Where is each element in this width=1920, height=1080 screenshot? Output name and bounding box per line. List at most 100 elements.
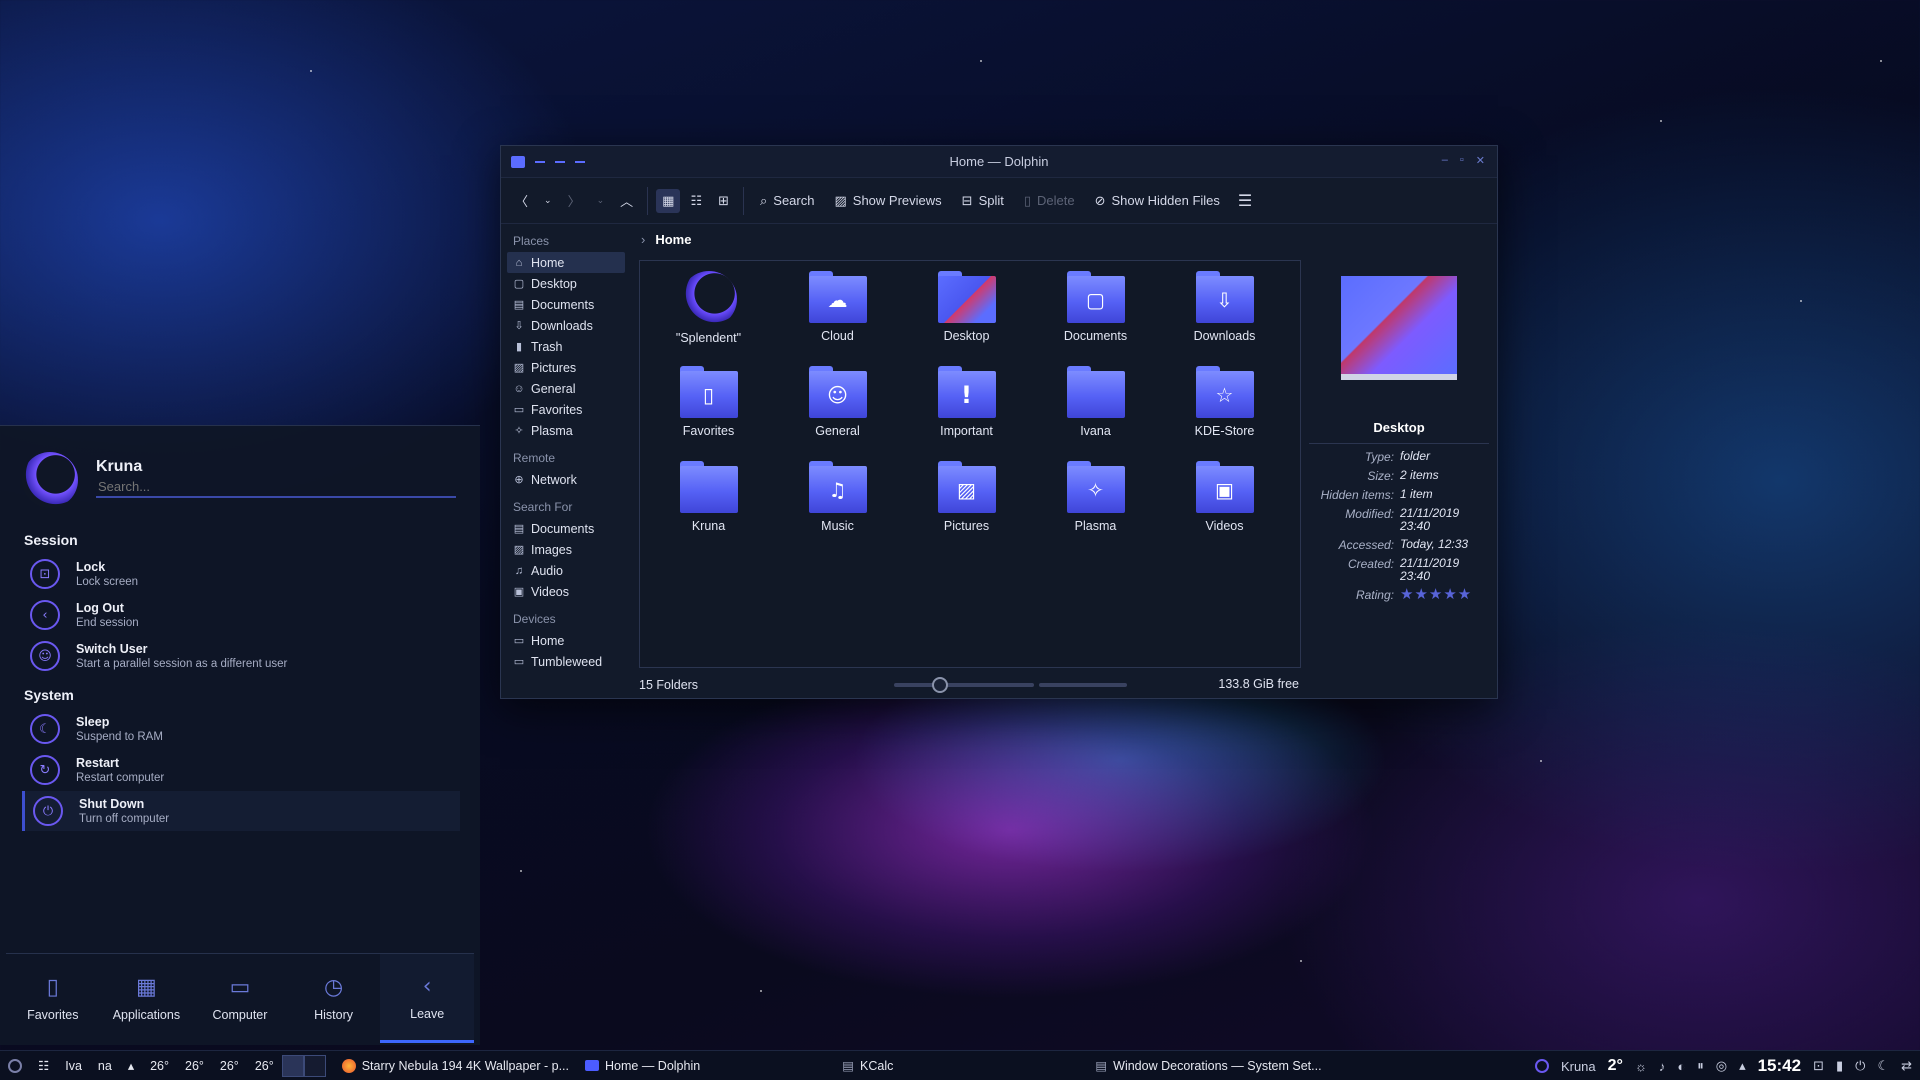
file-item-music[interactable]: ♫ Music <box>773 461 902 556</box>
tab-favorites[interactable]: ▯ Favorites <box>6 954 100 1043</box>
info-size: 2 items <box>1400 468 1439 482</box>
media-pause-icon[interactable]: ⏸ <box>1697 1058 1704 1074</box>
search-input[interactable] <box>96 476 456 498</box>
virtual-desktop-pager[interactable] <box>281 1054 304 1077</box>
sidebar-item-device-home[interactable]: ▭ Home <box>507 630 625 651</box>
file-item-videos[interactable]: ▣ Videos <box>1160 461 1289 556</box>
log-out-button[interactable]: ‹ Log Out End session <box>22 595 460 635</box>
task-firefox[interactable]: Starry Nebula 194 4K Wallpaper - p... <box>334 1051 577 1080</box>
minimize-button[interactable]: – <box>1442 154 1448 167</box>
launcher-button[interactable] <box>0 1051 30 1080</box>
sidebar-item-network[interactable]: ⊕ Network <box>507 469 625 490</box>
zoom-slider[interactable] <box>894 677 1034 693</box>
sidebar-item-trash[interactable]: ▮ Trash <box>507 336 625 357</box>
rating-stars[interactable]: ★★★★★ <box>1400 587 1480 602</box>
caret-up-icon[interactable]: ▴ <box>120 1051 142 1080</box>
forward-history-chevron-icon[interactable]: ⌄ <box>591 191 611 210</box>
compact-view-button[interactable]: ☷ <box>684 189 708 213</box>
details-view-button[interactable]: ⊞ <box>712 189 735 213</box>
notification-bell-icon[interactable]: ♪ <box>1659 1059 1666 1074</box>
file-item-cloud[interactable]: ☁ Cloud <box>773 271 902 366</box>
leave-arrow-icon: ‹ <box>422 973 432 999</box>
sidebar-item-device-tumbleweed[interactable]: ▭ Tumbleweed <box>507 651 625 672</box>
file-item-general[interactable]: ☺ General <box>773 366 902 461</box>
shut-down-button[interactable]: ⏻ Shut Down Turn off computer <box>22 791 460 831</box>
back-arrow-icon: ‹ <box>30 600 60 630</box>
menu-dash-icon[interactable] <box>535 160 545 163</box>
battery-icon[interactable]: ▮ <box>1836 1058 1843 1074</box>
brightness-icon[interactable]: ◐ <box>1677 1059 1685 1074</box>
weather-temperature[interactable]: 2° <box>1608 1057 1623 1075</box>
sidebar-item-plasma[interactable]: ✧ Plasma <box>507 420 625 441</box>
tray-expand-icon[interactable]: ▴ <box>1739 1058 1746 1074</box>
moon-icon: ☾ <box>30 714 60 744</box>
virtual-desktop-pager[interactable] <box>303 1054 326 1077</box>
file-item-important[interactable]: ! Important <box>902 366 1031 461</box>
forward-button[interactable]: 〉 <box>562 187 587 214</box>
clock[interactable]: 15:42 <box>1758 1056 1801 1076</box>
lock-icon[interactable]: ⊡ <box>1813 1058 1824 1074</box>
file-item-desktop[interactable]: Desktop <box>902 271 1031 366</box>
file-item-splendent[interactable]: "Splendent" <box>644 271 773 366</box>
close-button[interactable]: ✕ <box>1476 154 1485 167</box>
sidebar-item-downloads[interactable]: ⇩ Downloads <box>507 315 625 336</box>
file-item-kruna[interactable]: Kruna <box>644 461 773 556</box>
search-button[interactable]: ⌕ Search <box>752 189 822 213</box>
back-button[interactable]: 〈 <box>509 187 534 214</box>
chevron-right-icon[interactable]: › <box>641 232 645 247</box>
delete-button[interactable]: ▯ Delete <box>1016 189 1083 213</box>
tab-computer[interactable]: ▭ Computer <box>193 954 287 1043</box>
task-dolphin[interactable]: Home — Dolphin <box>577 1051 708 1080</box>
power-icon[interactable]: ⏻ <box>1855 1058 1865 1074</box>
sidebar-item-home[interactable]: ⌂ Home <box>507 252 625 273</box>
file-item-ivana[interactable]: Ivana <box>1031 366 1160 461</box>
sidebar-item-pictures[interactable]: ▨ Pictures <box>507 357 625 378</box>
tab-history[interactable]: ◷ History <box>287 954 381 1043</box>
up-button[interactable]: ︿ <box>614 187 639 214</box>
split-button[interactable]: ⊟ Split <box>954 189 1012 213</box>
file-item-kde-store[interactable]: ☆ KDE-Store <box>1160 366 1289 461</box>
network-tray-icon[interactable]: ☷ <box>30 1051 57 1080</box>
file-item-plasma[interactable]: ✧ Plasma <box>1031 461 1160 556</box>
menu-dash-icon[interactable] <box>575 160 585 163</box>
sidebar-item-search-images[interactable]: ▨ Images <box>507 539 625 560</box>
show-hidden-files-button[interactable]: ⊘ Show Hidden Files <box>1087 189 1228 213</box>
sleep-button[interactable]: ☾ Sleep Suspend to RAM <box>22 709 460 749</box>
file-item-pictures[interactable]: ▨ Pictures <box>902 461 1031 556</box>
tab-leave[interactable]: ‹ Leave <box>380 954 474 1043</box>
avatar[interactable] <box>22 452 78 508</box>
sidebar-item-desktop[interactable]: ▢ Desktop <box>507 273 625 294</box>
drive-icon: ▭ <box>513 635 525 647</box>
task-kcalc[interactable]: ▤ KCalc <box>834 1051 901 1080</box>
breadcrumb-home[interactable]: Home <box>655 232 691 247</box>
restart-button[interactable]: ↻ Restart Restart computer <box>22 750 460 790</box>
task-system-settings[interactable]: ▤ Window Decorations — System Set... <box>1087 1051 1329 1080</box>
sidebar-item-favorites[interactable]: ▭ Favorites <box>507 399 625 420</box>
hamburger-menu-icon[interactable]: ☰ <box>1232 187 1258 215</box>
file-item-downloads[interactable]: ⇩ Downloads <box>1160 271 1289 366</box>
window-title: Home — Dolphin <box>949 154 1049 169</box>
sidebar-item-search-audio[interactable]: ♫ Audio <box>507 560 625 581</box>
maximize-button[interactable]: ▫ <box>1460 154 1464 167</box>
sidebar-item-general[interactable]: ☺ General <box>507 378 625 399</box>
back-history-chevron-icon[interactable]: ⌄ <box>538 191 558 210</box>
user-switcher[interactable]: Kruna <box>1561 1059 1596 1074</box>
accessibility-icon[interactable]: ◎ <box>1716 1058 1727 1074</box>
sidebar-item-documents[interactable]: ▤ Documents <box>507 294 625 315</box>
file-view[interactable]: "Splendent" ☁ Cloud Desktop ▢ Documents ⇩ D… <box>639 260 1301 668</box>
sidebar-item-search-documents[interactable]: ▤ Documents <box>507 518 625 539</box>
show-previews-button[interactable]: ▨ Show Previews <box>826 189 949 213</box>
sun-icon[interactable]: ☼ <box>1635 1059 1647 1074</box>
switch-user-button[interactable]: ☺ Switch User Start a parallel session as … <box>22 636 460 676</box>
night-mode-icon[interactable]: ☾ <box>1877 1058 1889 1074</box>
icons-view-button[interactable]: ▦ <box>656 188 681 213</box>
zoom-slider-handle[interactable] <box>932 677 948 693</box>
tab-applications[interactable]: ▦ Applications <box>100 954 194 1043</box>
switch-icon[interactable]: ⇄ <box>1901 1058 1912 1074</box>
sidebar-item-search-videos[interactable]: ▣ Videos <box>507 581 625 602</box>
file-item-favorites[interactable]: ▯ Favorites <box>644 366 773 461</box>
file-item-documents[interactable]: ▢ Documents <box>1031 271 1160 366</box>
window-titlebar[interactable]: Home — Dolphin – ▫ ✕ <box>501 146 1497 178</box>
lock-button[interactable]: ⊡ Lock Lock screen <box>22 554 460 594</box>
menu-dash-icon[interactable] <box>555 160 565 163</box>
